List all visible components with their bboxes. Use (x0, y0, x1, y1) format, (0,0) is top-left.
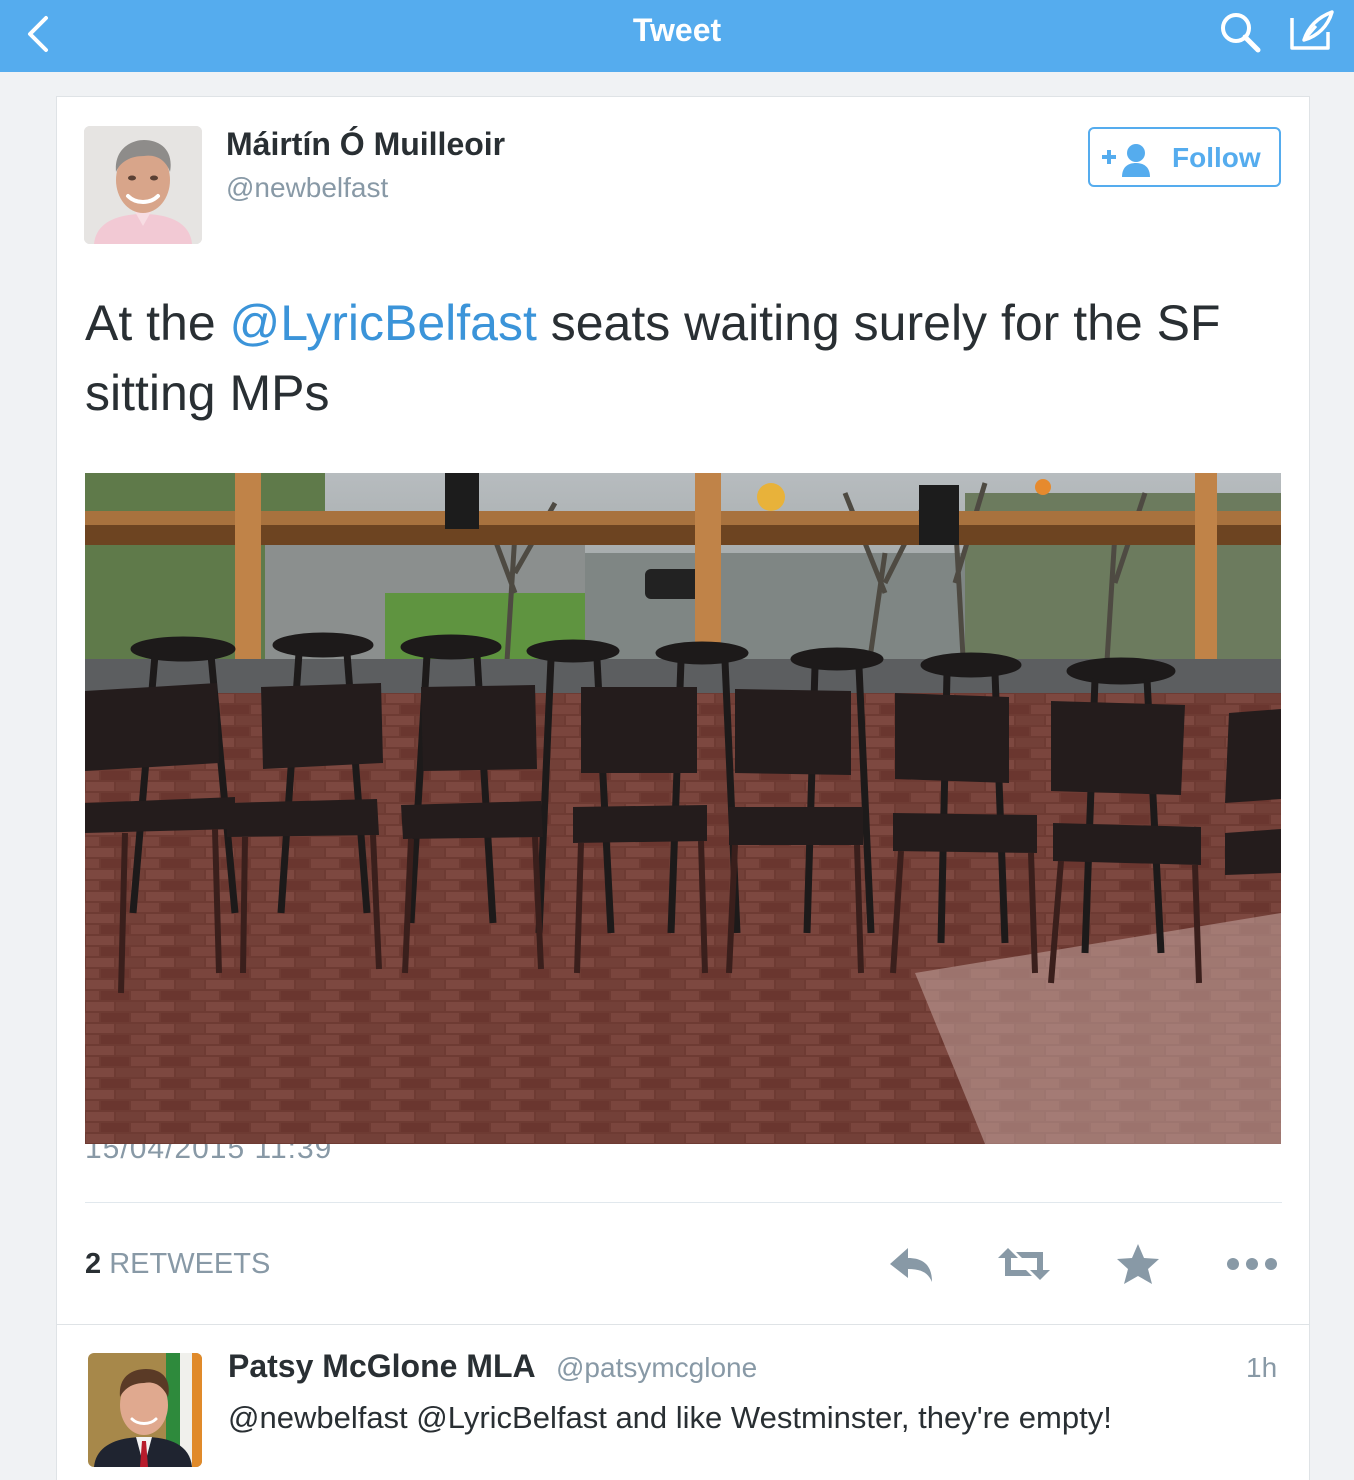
retweet-icon (998, 1248, 1050, 1280)
author-avatar[interactable] (84, 126, 202, 244)
author-handle[interactable]: @newbelfast (226, 172, 388, 204)
follow-button[interactable]: Follow (1088, 127, 1281, 187)
search-icon (1221, 13, 1261, 53)
compose-icon (1290, 10, 1334, 50)
tweet-text: At the @LyricBelfast seats waiting surel… (85, 288, 1285, 428)
retweet-count[interactable]: 2 RETWEETS (85, 1248, 270, 1281)
retweet-button[interactable] (994, 1236, 1054, 1292)
retweet-number: 2 (85, 1248, 102, 1280)
follow-label: Follow (1172, 142, 1261, 173)
author-name[interactable]: Máirtín Ó Muilleoir (226, 126, 505, 163)
mention-link[interactable]: @LyricBelfast (230, 295, 537, 351)
more-icon (1227, 1258, 1277, 1270)
reply-text: @newbelfast @LyricBelfast and like Westm… (228, 1400, 1112, 1435)
tweet-text-prefix: At the (85, 295, 230, 351)
add-user-icon (1102, 144, 1150, 177)
tweet-photo[interactable] (85, 473, 1281, 1144)
page-title: Tweet (632, 12, 722, 48)
top-navbar: Tweet (0, 0, 1354, 72)
reply-author-handle[interactable]: @patsymcglone (556, 1352, 757, 1384)
reply-avatar[interactable] (88, 1353, 202, 1467)
reply-timestamp: 1h (1246, 1352, 1278, 1383)
search-button[interactable] (1212, 4, 1268, 60)
reply-button[interactable] (880, 1236, 940, 1292)
favorite-button[interactable] (1108, 1236, 1168, 1292)
divider (85, 1202, 1282, 1203)
more-button[interactable] (1222, 1236, 1282, 1292)
star-icon (1117, 1244, 1159, 1284)
reply-author-name[interactable]: Patsy McGlone MLA (228, 1348, 536, 1385)
reply-icon (890, 1248, 932, 1282)
retweet-label: RETWEETS (109, 1248, 271, 1280)
compose-button[interactable] (1284, 4, 1340, 60)
